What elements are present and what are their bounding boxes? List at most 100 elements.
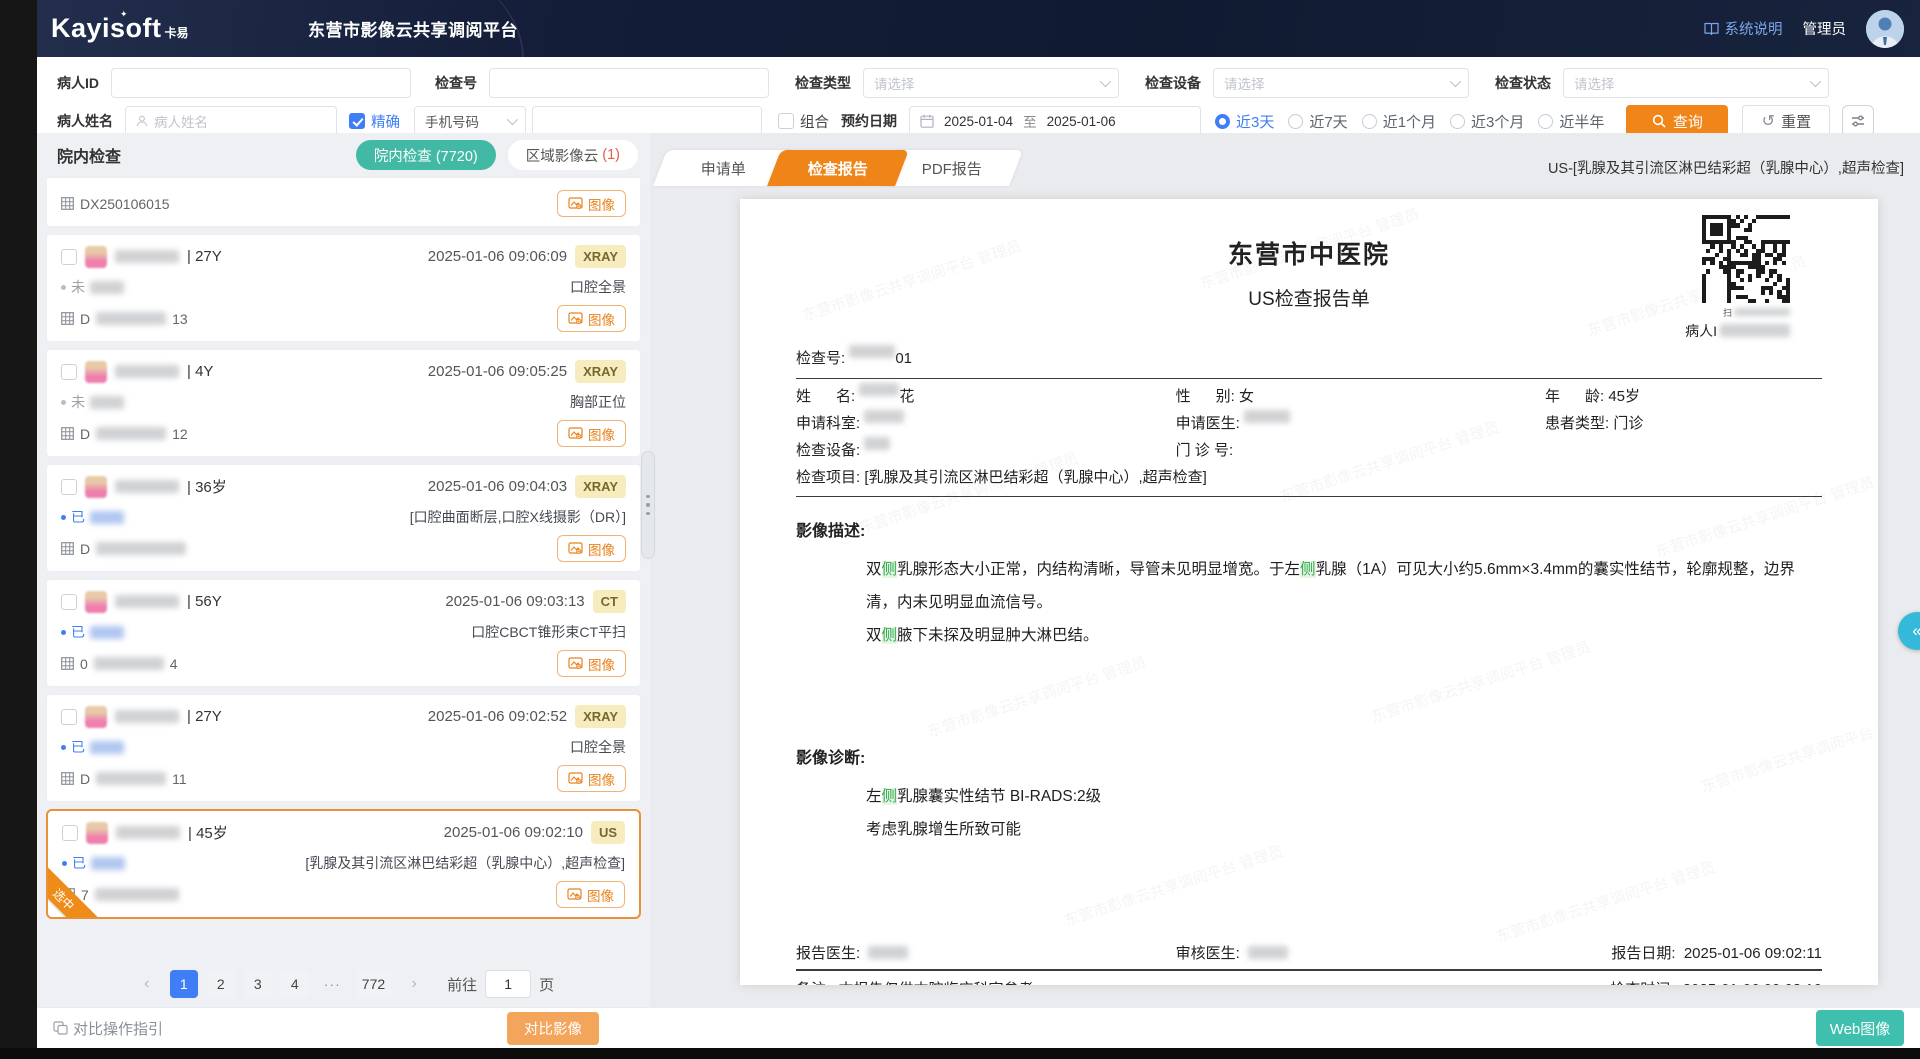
accession-grid-icon [61, 772, 74, 785]
phone-type-select[interactable]: 手机号码 [414, 106, 526, 136]
quick-range-radio[interactable] [1215, 114, 1230, 129]
exam-no-label: 检查号 [435, 73, 477, 93]
accession-grid-icon [61, 312, 74, 325]
tab-regional-cloud[interactable]: 区域影像云 (1) [508, 140, 638, 170]
image-button[interactable]: 图像 [557, 765, 626, 792]
tab-exam-report[interactable]: 检查报告 [767, 150, 909, 186]
compare-guide-icon [53, 1021, 68, 1035]
exam-checkbox[interactable] [62, 825, 78, 841]
image-button[interactable]: 图像 [557, 420, 626, 447]
accession-number: DX250106015 [61, 196, 170, 212]
chevron-down-icon [1450, 76, 1461, 87]
report-panel: US-[乳腺及其引流区淋巴结彩超（乳腺中心）,超声检查] 申请单检查报告PDF报… [650, 133, 1920, 1007]
image-button[interactable]: 图像 [557, 535, 626, 562]
diag-line-2: 考虑乳腺增生所致可能 [866, 813, 1822, 846]
diag-line-1: 左侧乳腺囊实性结节 BI-RADS:2级 [866, 780, 1822, 813]
accession-number: 7 [62, 887, 185, 903]
quick-range-radio[interactable] [1538, 114, 1553, 129]
exam-card-partial[interactable]: DX250106015 图像 [46, 177, 641, 227]
patient-age: | 36岁 [187, 476, 227, 497]
image-icon [568, 197, 583, 210]
tab-hospital-exams[interactable]: 院内检查 (7720) [356, 140, 496, 170]
exam-datetime: 2025-01-06 09:02:52 [428, 708, 567, 725]
combo-label: 组合 [800, 111, 829, 132]
exam-card[interactable]: | 56Y 2025-01-06 09:03:13 CT 已 口腔CBCT锥形束… [46, 579, 641, 687]
image-button[interactable]: 图像 [557, 190, 626, 217]
panel-resize-handle[interactable] [641, 451, 655, 559]
compare-guide-link[interactable]: 对比操作指引 [53, 1018, 163, 1039]
image-button[interactable]: 图像 [557, 650, 626, 677]
exact-match-label: 精确 [371, 111, 400, 132]
patient-name-redacted [859, 383, 899, 396]
patient-age: | 56Y [187, 593, 222, 610]
quick-range-radio[interactable] [1450, 114, 1465, 129]
bottom-toolbar: 对比操作指引 对比影像 Web图像 [37, 1007, 1920, 1048]
page-button[interactable]: 1 [170, 970, 198, 998]
patient-id-input[interactable] [111, 68, 411, 98]
exam-no-input[interactable] [489, 68, 769, 98]
report-page: 东营市影像云共享调阅平台 管理员东营市影像云共享调阅平台 管理员东营市影像云共享… [740, 199, 1878, 985]
page-ellipsis[interactable]: ··· [318, 970, 347, 998]
image-icon [568, 657, 583, 670]
req-doctor-redacted [1244, 410, 1290, 423]
screen: Kayisoft ✦ 卡易 东营市影像云共享调阅平台 系统说明 管理员 [0, 0, 1920, 1059]
image-button[interactable]: 图像 [557, 305, 626, 332]
system-help-link[interactable]: 系统说明 [1704, 18, 1783, 39]
page-button[interactable]: 2 [207, 970, 235, 998]
user-avatar[interactable] [1866, 10, 1904, 48]
exact-match-checkbox[interactable] [349, 113, 365, 129]
prev-page-button[interactable]: ‹ [133, 970, 161, 998]
compare-images-button[interactable]: 对比影像 [507, 1012, 599, 1045]
web-image-button[interactable]: Web图像 [1816, 1010, 1904, 1046]
exam-status-select[interactable]: 请选择 [1563, 68, 1829, 98]
next-page-button[interactable]: › [400, 970, 428, 998]
screen-edge-left [0, 0, 37, 1059]
exam-time-value: 2025-01-06 09:02:10 [1683, 981, 1822, 985]
exam-card[interactable]: | 36岁 2025-01-06 09:04:03 XRAY 已 [口腔曲面断层… [46, 464, 641, 572]
exam-checkbox[interactable] [61, 594, 77, 610]
accession-number: D12 [61, 426, 188, 442]
accession-redacted [96, 772, 166, 785]
read-status: 已 [61, 622, 124, 642]
current-user-label[interactable]: 管理员 [1803, 18, 1847, 39]
device-label: 检查设备: [796, 437, 860, 464]
exam-device-select[interactable]: 请选择 [1213, 68, 1469, 98]
page-button[interactable]: 4 [281, 970, 309, 998]
exam-card[interactable]: | 4Y 2025-01-06 09:05:25 XRAY 未 胸部正位 D12… [46, 349, 641, 457]
exam-datetime: 2025-01-06 09:06:09 [428, 248, 567, 265]
exam-checkbox[interactable] [61, 709, 77, 725]
exam-description: [口腔曲面断层,口腔X线摄影（DR）] [410, 507, 626, 527]
patient-name-redacted [115, 480, 179, 493]
qr-code [1702, 215, 1790, 303]
exam-checkbox[interactable] [61, 249, 77, 265]
diag-section-title: 影像诊断: [796, 744, 1822, 768]
dept-label: 申请科室: [796, 410, 860, 437]
phone-input[interactable] [532, 106, 762, 136]
quick-range-radio[interactable] [1288, 114, 1303, 129]
quick-range-radio[interactable] [1362, 114, 1377, 129]
exam-item-label: 检查项目: [796, 464, 860, 491]
accession-number: D13 [61, 311, 188, 327]
exam-card[interactable]: | 45岁 2025-01-06 09:02:10 US 已 [乳腺及其引流区淋… [46, 809, 641, 919]
goto-page-input[interactable]: 1 [485, 970, 531, 998]
patient-age: | 4Y [187, 363, 213, 380]
combo-checkbox[interactable] [778, 113, 794, 129]
exam-checkbox[interactable] [61, 364, 77, 380]
image-button[interactable]: 图像 [556, 881, 625, 908]
page-button[interactable]: 772 [356, 970, 391, 998]
exam-time-label: 检查时间: [1610, 981, 1674, 985]
modality-badge: XRAY [575, 360, 626, 383]
chevron-down-icon [1810, 76, 1821, 87]
exam-list: DX250106015 图像 | 27Y 2025-01-06 09:06:09 … [37, 177, 650, 961]
patient-name-input[interactable]: 病人姓名 [125, 106, 337, 136]
exam-checkbox[interactable] [61, 479, 77, 495]
patient-avatar [85, 706, 107, 728]
date-range-picker[interactable]: 2025-01-04 至 2025-01-06 [909, 106, 1201, 136]
accession-number: D [61, 541, 192, 557]
exam-description: 口腔全景 [570, 277, 626, 297]
exam-card[interactable]: | 27Y 2025-01-06 09:06:09 XRAY 未 口腔全景 D1… [46, 234, 641, 342]
exam-card[interactable]: | 27Y 2025-01-06 09:02:52 XRAY 已 口腔全景 D1… [46, 694, 641, 802]
exam-type-select[interactable]: 请选择 [863, 68, 1119, 98]
patient-type-label: 患者类型: [1545, 410, 1609, 437]
page-button[interactable]: 3 [244, 970, 272, 998]
